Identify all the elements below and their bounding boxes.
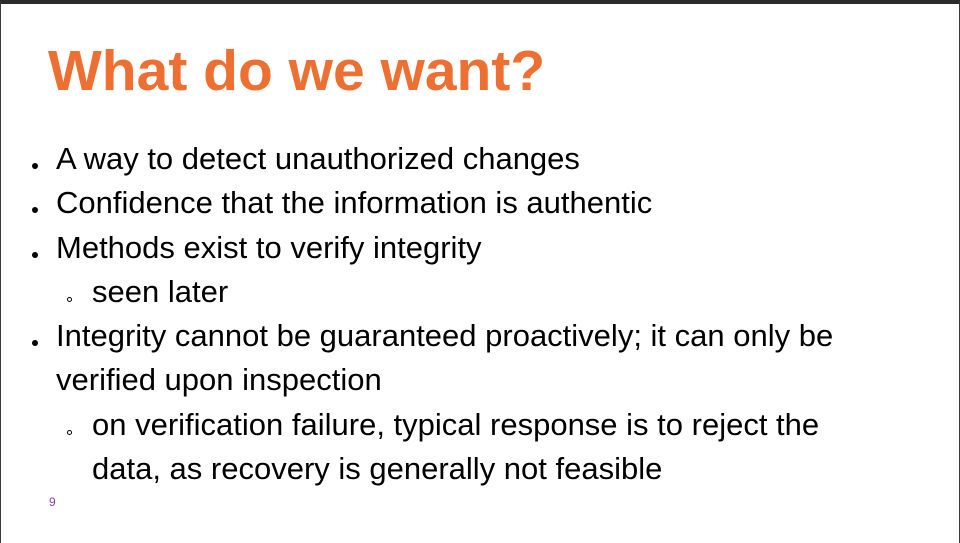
bullet-text: Confidence that the information is authe… <box>56 185 653 221</box>
sub-bullet-text: on verification failure, typical respons… <box>92 406 820 487</box>
bullet-circle-icon <box>67 429 72 435</box>
bullet-text: Methods exist to verify integrity <box>56 229 482 265</box>
sub-bullet-item: on verification failure, typical respons… <box>1 403 872 492</box>
bullet-list: A way to detect unauthorized changes Con… <box>1 137 960 491</box>
slide-canvas: What do we want? A way to detect unautho… <box>0 0 960 543</box>
bullet-dot-icon <box>32 340 38 347</box>
bullet-dot-icon <box>32 207 38 214</box>
sub-bullet-text: seen later <box>92 273 229 309</box>
bullet-dot-icon <box>32 251 38 258</box>
sub-bullet-item: seen later <box>1 270 872 314</box>
slide-number: 9 <box>49 495 56 509</box>
bullet-item: Methods exist to verify integrity <box>1 226 906 270</box>
bullet-circle-icon <box>67 296 72 302</box>
bullet-dot-icon <box>32 163 38 169</box>
bullet-item: Confidence that the information is authe… <box>1 181 906 225</box>
bullet-text: Integrity cannot be guaranteed proactive… <box>56 318 834 398</box>
bullet-item: Integrity cannot be guaranteed proactive… <box>1 314 906 403</box>
bullet-text: A way to detect unauthorized changes <box>56 141 580 176</box>
bullet-item: A way to detect unauthorized changes <box>1 137 906 181</box>
slide-title: What do we want? <box>48 39 546 103</box>
